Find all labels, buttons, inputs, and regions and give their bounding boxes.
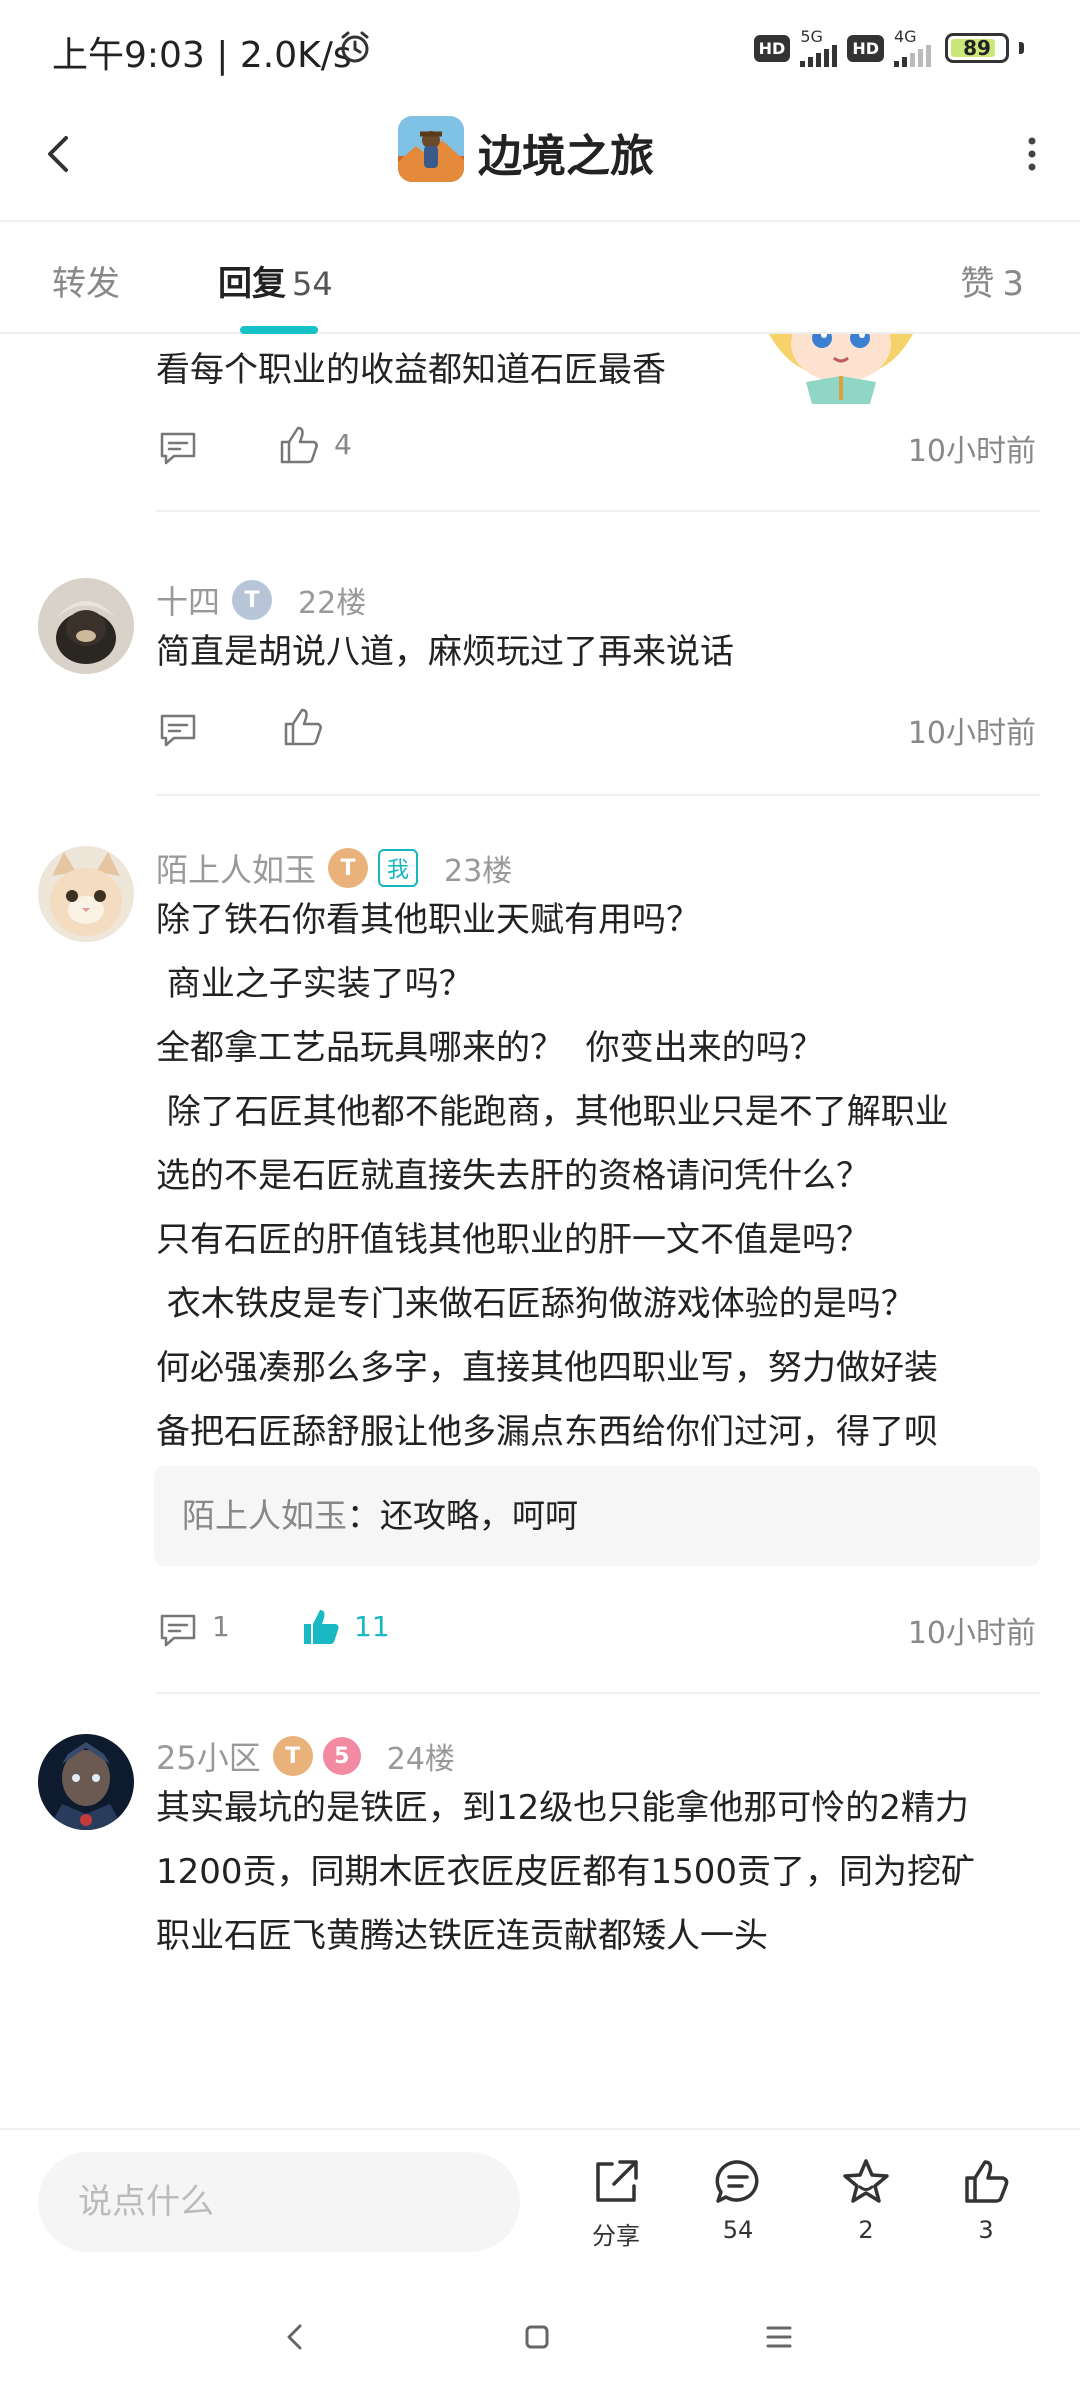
comment-bubble-icon bbox=[715, 2160, 759, 2203]
comment-body: 简直是胡说八道，麻烦玩过了再来说话 bbox=[156, 632, 734, 672]
thumbs-up-icon bbox=[965, 2160, 1009, 2203]
reply-count: 54 bbox=[292, 265, 333, 303]
comment-actions: 10小时前 bbox=[156, 702, 1036, 758]
reply-icon[interactable] bbox=[156, 1608, 200, 1652]
system-nav-bar bbox=[0, 2272, 1080, 2400]
comment-time: 10小时前 bbox=[907, 716, 1036, 751]
like-count: 3 bbox=[1002, 264, 1024, 304]
username[interactable]: 25小区 bbox=[156, 1733, 261, 1779]
level-badge: T bbox=[232, 580, 273, 620]
comment-list[interactable]: 看每个职业的收益都知道石匠最香 4 10小时前 十四 T 22楼 简直是胡说八道… bbox=[0, 334, 1080, 2124]
battery-level: 89 bbox=[963, 36, 991, 60]
reply-preview[interactable]: 陌上人如玉：还攻略，呵呵 bbox=[154, 1466, 1040, 1566]
comment-header: 25小区 T 5 24楼 bbox=[156, 1732, 455, 1780]
alarm-icon bbox=[341, 31, 369, 63]
favorite-count: 2 bbox=[858, 2216, 874, 2244]
like-count: 3 bbox=[978, 2216, 994, 2244]
status-indicators: HD 5G HD 4G 89 bbox=[753, 29, 1024, 67]
comment-body: 其实最坑的是铁匠，到12级也只能拿他那可怜的2精力 1200贡，同期木匠衣匠皮匠… bbox=[156, 1788, 976, 1956]
comment-time: 10小时前 bbox=[907, 434, 1036, 469]
signal-icon: 4G bbox=[894, 29, 931, 67]
battery-icon: 89 bbox=[945, 33, 1009, 63]
top-app-bar: 边境之旅 bbox=[0, 96, 1080, 222]
tab-reply[interactable]: 回复 54 bbox=[218, 256, 333, 305]
like-button[interactable]: 3 bbox=[936, 2156, 1036, 2244]
comment-body: 看每个职业的收益都知道石匠最香 bbox=[156, 350, 666, 390]
comment-actions: 1 11 10小时前 bbox=[156, 1602, 1036, 1658]
signal-icon: 5G bbox=[800, 29, 838, 67]
bottom-action-bar: 说点什么 分享 54 2 3 bbox=[0, 2128, 1080, 2272]
quote-text: 还攻略，呵呵 bbox=[380, 1496, 578, 1535]
comment-header: 陌上人如玉 T 我 23楼 bbox=[156, 844, 512, 892]
more-vertical-icon[interactable] bbox=[1002, 124, 1062, 184]
comment-button[interactable]: 54 bbox=[688, 2156, 788, 2244]
quote-username: 陌上人如玉 bbox=[182, 1496, 347, 1535]
floor-number: 24楼 bbox=[386, 1742, 455, 1777]
divider bbox=[156, 794, 1040, 796]
comment-input[interactable]: 说点什么 bbox=[38, 2152, 520, 2252]
floor-number: 23楼 bbox=[444, 854, 513, 889]
like-count: 4 bbox=[334, 428, 352, 461]
user-avatar[interactable] bbox=[38, 846, 134, 942]
like-count: 11 bbox=[354, 1610, 390, 1643]
tab-like[interactable]: 赞3 bbox=[960, 256, 1024, 305]
share-label: 分享 bbox=[592, 2222, 640, 2250]
thumbs-up-icon[interactable] bbox=[276, 422, 322, 468]
comment-actions: 4 10小时前 bbox=[156, 420, 1036, 476]
level-badge: T bbox=[272, 1736, 313, 1776]
thumbs-up-icon[interactable] bbox=[280, 704, 326, 750]
username[interactable]: 十四 bbox=[156, 577, 220, 623]
divider bbox=[156, 510, 1040, 512]
nav-back-icon[interactable] bbox=[270, 2312, 320, 2362]
comment-time: 10小时前 bbox=[907, 1616, 1036, 1651]
share-button[interactable]: 分享 bbox=[566, 2156, 666, 2251]
reply-icon[interactable] bbox=[156, 708, 200, 752]
status-bar: 上午9:03 | 2.0K/s HD 5G HD 4G 89 bbox=[0, 0, 1080, 96]
comment-count: 54 bbox=[722, 2216, 754, 2244]
divider bbox=[156, 1692, 1040, 1694]
favorite-button[interactable]: 2 bbox=[816, 2156, 916, 2244]
status-time: 上午9:03 | 2.0K/s bbox=[52, 35, 352, 76]
reply-count: 1 bbox=[212, 1610, 230, 1643]
user-avatar[interactable] bbox=[38, 1734, 134, 1830]
user-avatar[interactable] bbox=[38, 578, 134, 674]
tab-repost[interactable]: 转发 bbox=[52, 256, 120, 305]
back-arrow-icon[interactable] bbox=[30, 124, 90, 184]
me-badge: 我 bbox=[378, 849, 419, 887]
reply-icon[interactable] bbox=[156, 426, 200, 470]
comment-header: 十四 T 22楼 bbox=[156, 576, 366, 624]
hd-badge: HD bbox=[753, 34, 791, 62]
star-icon bbox=[843, 2159, 889, 2203]
username[interactable]: 陌上人如玉 bbox=[156, 845, 316, 891]
level-badge: T bbox=[328, 848, 369, 888]
nav-menu-icon[interactable] bbox=[754, 2312, 804, 2362]
page-title: 边境之旅 bbox=[478, 131, 654, 182]
active-tab-indicator bbox=[240, 326, 318, 334]
fan-badge-icon: 5 bbox=[322, 1737, 361, 1775]
thumbs-up-icon[interactable] bbox=[298, 1604, 344, 1650]
nav-home-icon[interactable] bbox=[512, 2312, 562, 2362]
floor-number: 22楼 bbox=[298, 586, 367, 621]
share-icon bbox=[596, 2160, 638, 2202]
hd-badge: HD bbox=[847, 34, 884, 62]
game-icon bbox=[398, 116, 464, 182]
comment-body: 除了铁石你看其他职业天赋有用吗？ 商业之子实装了吗？ 全都拿工艺品玩具哪来的？ … bbox=[156, 900, 949, 1452]
tab-bar: 转发 回复 54 赞3 bbox=[0, 224, 1080, 334]
